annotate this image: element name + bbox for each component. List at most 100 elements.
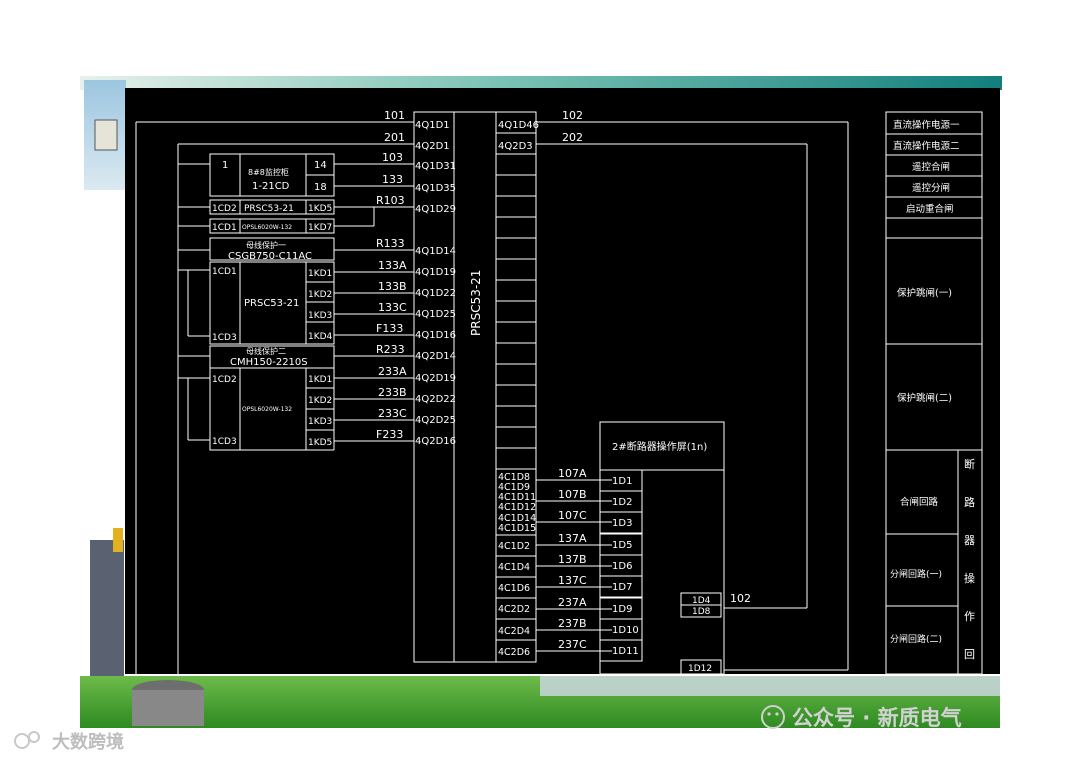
opsl-block-right-4: 1KD5 (308, 438, 332, 448)
breaker-terminal-label: 1D1 (612, 476, 632, 487)
wire-label: 137C (558, 574, 587, 587)
breaker-terminal-label: 1D9 (612, 604, 632, 615)
box1-model: 1-21CD (252, 181, 290, 192)
wire-label: R103 (376, 194, 405, 207)
opsl-block-right-1: 1KD1 (308, 375, 332, 385)
center-terminal-label: 4C2D4 (498, 626, 530, 637)
wire-label: 237A (558, 596, 587, 609)
wire-label: R233 (376, 343, 405, 356)
bus2-title: 母线保护二 (246, 346, 286, 356)
watermark-right-text: 公众号 · 新质电气 (792, 706, 962, 730)
center-terminal-label: 4Q1D14 (415, 246, 456, 257)
breaker-terminal-label: 1D11 (612, 646, 639, 657)
city-strip (540, 676, 1000, 696)
wire-label: F233 (376, 428, 403, 441)
wire-label-202: 202 (562, 131, 583, 144)
wire-label: 133C (378, 301, 407, 314)
watermark-left-text: 大数跨境 (52, 731, 124, 753)
wire-label: 233B (378, 386, 407, 399)
prsc-block-left-top: 1CD1 (212, 267, 237, 277)
opsl-block-name: OPSL6020W-132 (242, 406, 292, 413)
center-device-name: PRSC53-21 (469, 270, 483, 336)
vertical-char: 路 (964, 496, 975, 509)
box1-right-num-top: 14 (314, 160, 327, 171)
watermark-left: 大数跨境 (14, 731, 124, 753)
prsc-row-name: PRSC53-21 (244, 204, 294, 214)
wechat-icon-eye (775, 712, 779, 716)
bus1-model: CSGB750-C11AC (228, 251, 312, 262)
wechat-icon-eye (767, 712, 771, 716)
right-panel-row: 保护跳闸(一) (897, 287, 952, 299)
prsc-block-right-1: 1KD1 (308, 269, 332, 279)
center-terminal-label: 4Q1D31 (415, 161, 456, 172)
center-terminal-label: 4Q2D1 (415, 141, 450, 152)
lower-wire-labels: 107A 107B 107C 137A 137B 137C 237A 237B 237C (558, 467, 587, 651)
opsl-block-left-top: 1CD2 (212, 375, 237, 385)
watermark-right: 公众号 · 新质电气 (761, 705, 962, 730)
center-terminal-label: 4Q2D22 (415, 394, 456, 405)
header-banner (80, 76, 1002, 90)
wire-label: 233A (378, 365, 407, 378)
prsc-block-right-4: 1KD4 (308, 332, 333, 342)
logo-icon (14, 733, 30, 749)
wire-label: F133 (376, 322, 403, 335)
prsc-row-left: 1CD2 (212, 204, 237, 214)
prsc-row-right: 1KD5 (308, 204, 332, 214)
bus2-model: CMH150-2210S (230, 357, 308, 368)
center-terminal-label: 4Q1D29 (415, 204, 456, 215)
breaker-terminal-label: 1D2 (612, 497, 632, 508)
worker-photo (94, 119, 118, 151)
breaker-terminal-label: 1D6 (612, 561, 632, 572)
center-terminal-label: 4Q2D19 (415, 373, 456, 384)
wire-label: 107B (558, 488, 587, 501)
opsl-row-right: 1KD7 (308, 223, 332, 233)
vertical-char: 回 (964, 648, 975, 661)
wire-label: 133 (382, 173, 403, 186)
breaker-bottom: 1D12 (688, 664, 712, 674)
center-right-top-terminal: 4Q1D46 (498, 120, 539, 131)
breaker-terminal-label: 1D3 (612, 518, 632, 529)
center-terminal-label: 4Q2D25 (415, 415, 456, 426)
wire-label: 237B (558, 617, 587, 630)
center-terminal-label: 4Q1D22 (415, 288, 456, 299)
wire-label: 107A (558, 467, 587, 480)
right-panel-row: 分闸回路(二) (890, 633, 942, 645)
wire-label: 137B (558, 553, 587, 566)
box1-title: 8#8监控柜 (248, 167, 289, 177)
schematic-diagram: 101 201 102 202 1 14 18 8#8监控柜 1-21CD 1C… (14, 76, 1002, 753)
wire-label: 103 (382, 151, 403, 164)
opsl-row-name: OPSL6020W-132 (242, 224, 292, 231)
wire-label-101: 101 (384, 109, 405, 122)
right-panel-row: 遥控合闸 (912, 161, 950, 173)
right-panel-row: 合闸回路 (900, 496, 939, 508)
wire-label: 107C (558, 509, 587, 522)
right-panel-row: 直流操作电源一 (893, 119, 960, 131)
center-terminal-label: 4C1D12 (498, 502, 536, 513)
wire-label: 133B (378, 280, 407, 293)
breaker-terminal-label: 1D5 (612, 540, 632, 551)
center-terminal-label: 4C1D6 (498, 583, 530, 594)
right-panel-row: 启动重合闸 (906, 203, 954, 215)
center-terminal-label: 4Q2D14 (415, 351, 456, 362)
right-panel-row: 保护跳闸(二) (897, 392, 952, 404)
logo-icon-dot (28, 731, 40, 743)
center-terminal-label: 4C1D2 (498, 541, 530, 552)
breaker-terminal-label: 1D10 (612, 625, 639, 636)
center-terminal-label: 4Q1D25 (415, 309, 456, 320)
wire-label-201: 201 (384, 131, 405, 144)
vertical-char: 断 (964, 457, 975, 471)
center-terminal-label: 4Q1D35 (415, 183, 456, 194)
center-terminal-label: 4C1D15 (498, 523, 536, 534)
right-panel-row: 直流操作电源二 (893, 140, 960, 152)
center-right-top-terminal: 4Q2D3 (498, 141, 533, 152)
right-panel-row: 遥控分闸 (912, 182, 950, 194)
opsl-row-left: 1CD1 (212, 223, 237, 233)
breaker-terminal-label: 1D7 (612, 582, 632, 593)
opsl-block-right-2: 1KD2 (308, 396, 332, 406)
box1-left-num: 1 (222, 160, 228, 171)
opsl-block-left-bottom: 1CD3 (212, 437, 237, 447)
center-terminal-label: 4C2D2 (498, 604, 530, 615)
vertical-char: 作 (964, 610, 975, 623)
prsc-block-name: PRSC53-21 (244, 298, 299, 309)
center-terminal-label: 4C1D4 (498, 562, 530, 573)
